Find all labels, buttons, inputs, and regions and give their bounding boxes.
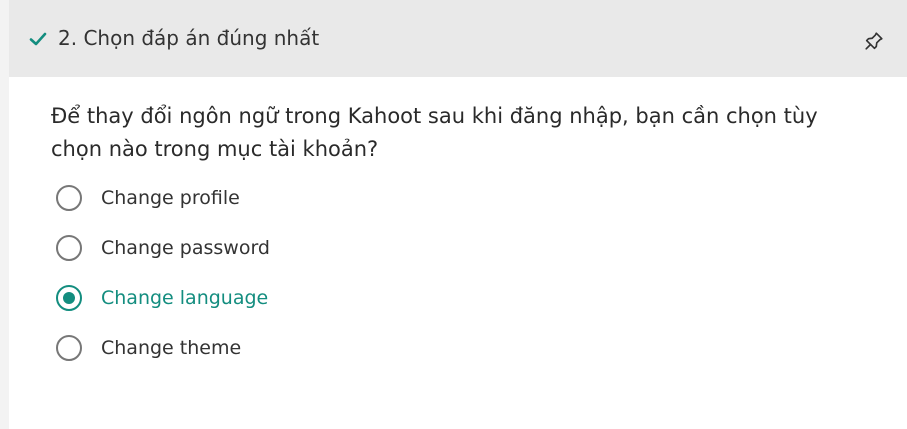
question-header: 2. Chọn đáp án đúng nhất (9, 0, 907, 77)
answer-option[interactable]: Change language (56, 279, 656, 329)
answer-option-label: Change profile (101, 187, 240, 209)
question-text: Để thay đổi ngôn ngữ trong Kahoot sau kh… (51, 104, 818, 161)
check-icon (29, 32, 47, 46)
radio-button[interactable] (56, 335, 82, 361)
answer-option-label: Change language (101, 287, 269, 309)
radio-button[interactable] (56, 235, 82, 261)
answer-options: Change profile Change password Change la… (56, 179, 656, 379)
question-title: 2. Chọn đáp án đúng nhất (58, 26, 320, 50)
radio-selected-dot (63, 292, 75, 304)
answer-option-label: Change theme (101, 337, 242, 359)
answer-option[interactable]: Change password (56, 229, 656, 279)
radio-button[interactable] (56, 285, 82, 311)
answer-option-label: Change password (101, 237, 270, 259)
answer-option[interactable]: Change profile (56, 179, 656, 229)
question-card: 2. Chọn đáp án đúng nhất Để thay đổi ngô… (9, 0, 907, 429)
answer-option[interactable]: Change theme (56, 329, 656, 379)
radio-button[interactable] (56, 185, 82, 211)
pin-icon[interactable] (863, 30, 885, 52)
